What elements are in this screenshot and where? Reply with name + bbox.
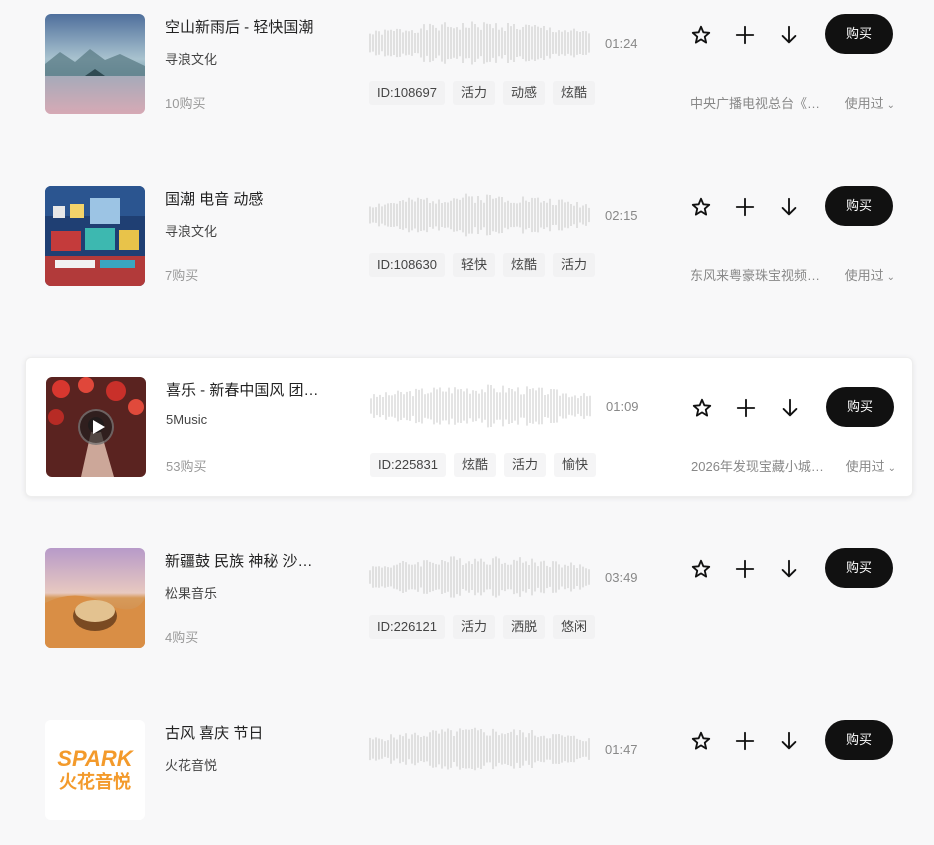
track-title[interactable]: 新疆鼓 民族 神秘 沙… [165,550,335,571]
chevron-down-icon[interactable]: ⌄ [888,463,896,474]
buy-button[interactable]: 购买 [825,548,893,588]
favorite-star-icon[interactable] [690,24,712,46]
track-artist[interactable]: 火花音悦 [165,755,217,774]
chevron-down-icon[interactable]: ⌄ [887,100,895,111]
tag[interactable]: 愉快 [554,453,597,477]
album-cover[interactable] [45,186,145,286]
track-title[interactable]: 古风 喜庆 节日 [165,722,335,743]
usage-info[interactable]: 中央广播电视总台《… 使用过 ⌄ [690,93,895,112]
track-duration: 02:15 [605,208,638,223]
album-cover[interactable]: SPARK 火花音悦 [45,720,145,820]
track-duration: 01:09 [606,399,639,414]
album-cover[interactable] [45,548,145,648]
usage-project: 中央广播电视总台《… [690,96,821,111]
track-row[interactable]: 国潮 电音 动感 寻浪文化 7购买 02:15 ID:108630 轻快 炫酷 … [25,171,913,311]
track-title[interactable]: 空山新雨后 - 轻快国潮 [165,16,335,37]
download-arrow-icon[interactable] [779,397,801,419]
svg-text:火花音悦: 火花音悦 [59,771,131,792]
waveform[interactable] [369,555,591,599]
track-duration: 01:24 [605,36,638,51]
tag[interactable]: 洒脱 [503,615,546,639]
tag[interactable]: 炫酷 [454,453,497,477]
buy-button[interactable]: 购买 [825,186,893,226]
track-artist[interactable]: 5Music [166,412,207,427]
tag[interactable]: 炫酷 [503,253,546,277]
track-row-active[interactable]: 喜乐 - 新春中国风 团… 5Music 53购买 01:09 ID:22583… [25,357,913,497]
usage-info[interactable]: 东风来粤豪珠宝视频… 使用过 ⌄ [690,265,895,284]
track-id-tag: ID:226121 [369,615,445,639]
usage-info[interactable]: 2026年发现宝藏小城… 使用过 ⌄ [691,456,896,475]
purchase-count: 10购买 [165,96,206,111]
chevron-down-icon[interactable]: ⌄ [887,272,895,283]
tag[interactable]: 悠闲 [553,615,596,639]
svg-text:SPARK: SPARK [57,746,134,771]
buy-button[interactable]: 购买 [825,720,893,760]
download-arrow-icon[interactable] [778,24,800,46]
download-arrow-icon[interactable] [778,558,800,580]
tag[interactable]: 活力 [453,615,496,639]
misty-lake-landscape-icon [45,14,145,114]
tag-list: ID:226121 活力 洒脱 悠闲 [369,615,596,639]
usage-project: 东风来粤豪珠宝视频… [690,268,821,283]
usage-label: 使用过 [844,268,884,283]
track-duration: 03:49 [605,570,638,585]
track-row[interactable]: SPARK 火花音悦 古风 喜庆 节日 火花音悦 01:47 购买 [25,705,913,845]
tag[interactable]: 动感 [503,81,546,105]
download-arrow-icon[interactable] [778,730,800,752]
usage-label: 使用过 [844,96,884,111]
buy-button[interactable]: 购买 [826,387,894,427]
usage-label: 使用过 [845,459,885,474]
desert-drum-icon [45,548,145,648]
buy-button[interactable]: 购买 [825,14,893,54]
play-icon[interactable] [78,409,114,445]
track-artist[interactable]: 寻浪文化 [165,221,217,240]
album-cover[interactable] [46,377,146,477]
track-row[interactable]: 新疆鼓 民族 神秘 沙… 松果音乐 4购买 03:49 ID:226121 活力… [25,533,913,673]
music-track-list: 空山新雨后 - 轻快国潮 寻浪文化 10购买 01:24 ID:108697 活… [0,0,934,820]
add-plus-icon[interactable] [734,730,756,752]
track-id-tag: ID:108697 [369,81,445,105]
add-plus-icon[interactable] [734,558,756,580]
favorite-star-icon[interactable] [690,196,712,218]
tag[interactable]: 活力 [553,253,596,277]
track-title[interactable]: 喜乐 - 新春中国风 团… [166,379,336,400]
waveform[interactable] [370,384,592,428]
music-studio-illustration-icon [45,186,145,286]
waveform[interactable] [369,193,591,237]
add-plus-icon[interactable] [734,196,756,218]
track-artist[interactable]: 寻浪文化 [165,49,217,68]
add-plus-icon[interactable] [735,397,757,419]
track-artist[interactable]: 松果音乐 [165,583,217,602]
purchase-count: 4购买 [165,630,199,645]
tag[interactable]: 炫酷 [553,81,596,105]
favorite-star-icon[interactable] [690,730,712,752]
album-cover[interactable] [45,14,145,114]
tag-list: ID:108697 活力 动感 炫酷 [369,81,596,105]
download-arrow-icon[interactable] [778,196,800,218]
track-duration: 01:47 [605,742,638,757]
spark-logo-icon: SPARK 火花音悦 [45,720,145,820]
purchase-count: 53购买 [166,459,207,474]
purchase-count: 7购买 [165,268,199,283]
usage-project: 2026年发现宝藏小城… [691,459,824,474]
tag[interactable]: 活力 [504,453,547,477]
favorite-star-icon[interactable] [691,397,713,419]
tag-list: ID:225831 炫酷 活力 愉快 [370,453,597,477]
tag-list: ID:108630 轻快 炫酷 活力 [369,253,596,277]
waveform[interactable] [369,21,591,65]
tag[interactable]: 活力 [453,81,496,105]
favorite-star-icon[interactable] [690,558,712,580]
track-id-tag: ID:225831 [370,453,446,477]
track-title[interactable]: 国潮 电音 动感 [165,188,335,209]
track-row[interactable]: 空山新雨后 - 轻快国潮 寻浪文化 10购买 01:24 ID:108697 活… [25,0,913,139]
waveform[interactable] [369,727,591,771]
track-id-tag: ID:108630 [369,253,445,277]
add-plus-icon[interactable] [734,24,756,46]
tag[interactable]: 轻快 [453,253,496,277]
